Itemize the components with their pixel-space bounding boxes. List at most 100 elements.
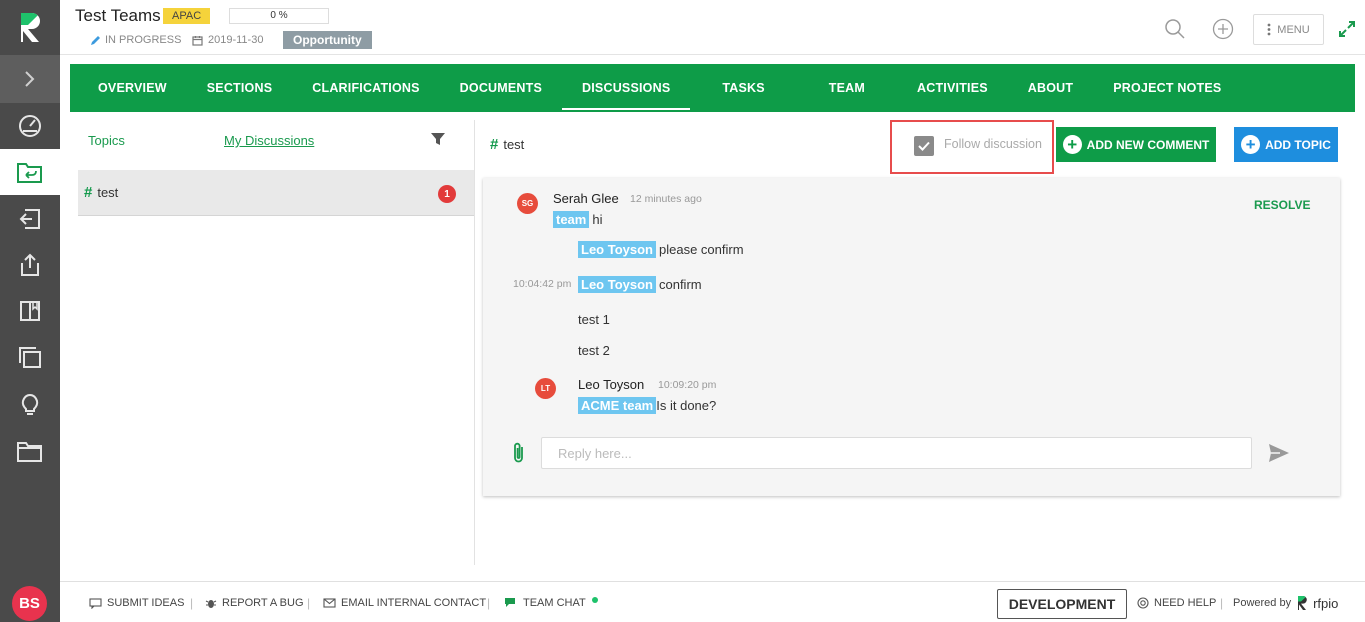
rail-ideas[interactable] xyxy=(0,382,60,428)
tab-team[interactable]: TEAM xyxy=(797,64,897,112)
rail-projects[interactable] xyxy=(0,149,60,195)
region-badge: APAC xyxy=(163,8,211,24)
lightbulb-icon xyxy=(21,393,39,415)
add-topic-button[interactable]: + ADD TOPIC xyxy=(1234,127,1338,162)
need-help-link[interactable]: NEED HELP xyxy=(1137,597,1216,609)
rail-folders[interactable] xyxy=(0,428,60,474)
topics-pane: Topics My Discussions # test 1 xyxy=(78,120,475,565)
tab-about[interactable]: ABOUT xyxy=(1008,64,1093,112)
tab-activities[interactable]: ACTIVITIES xyxy=(897,64,1008,112)
tab-clarifications[interactable]: CLARIFICATIONS xyxy=(292,64,439,112)
email-contact-label: EMAIL INTERNAL CONTACT xyxy=(341,597,487,609)
need-help-label: NEED HELP xyxy=(1154,597,1217,609)
project-title: Test Teams xyxy=(75,6,161,25)
search-icon xyxy=(1165,19,1185,39)
rail-dashboard[interactable] xyxy=(0,102,60,148)
rail-import[interactable] xyxy=(0,196,60,242)
team-chat-label: TEAM CHAT xyxy=(523,597,586,609)
mention-tag[interactable]: Leo Toyson xyxy=(578,276,656,293)
menu-button[interactable]: MENU xyxy=(1253,14,1324,45)
discussion-thread: SG Serah Glee 12 minutes ago RESOLVE tea… xyxy=(483,178,1340,496)
author-avatar: LT xyxy=(535,378,556,399)
mention-tag[interactable]: Leo Toyson xyxy=(578,241,656,258)
project-tabs: OVERVIEW SECTIONS CLARIFICATIONS DOCUMEN… xyxy=(70,64,1355,112)
rfpio-mark-icon xyxy=(1298,595,1307,610)
tab-overview[interactable]: OVERVIEW xyxy=(78,64,187,112)
plus-icon: + xyxy=(1062,135,1082,154)
message-text: team hi xyxy=(553,211,602,228)
reply-input[interactable] xyxy=(541,437,1252,469)
submit-ideas-link[interactable]: SUBMIT IDEAS xyxy=(89,597,184,609)
unread-count-badge: 1 xyxy=(438,185,456,203)
send-icon xyxy=(1269,444,1289,462)
rail-documents[interactable] xyxy=(0,335,60,381)
topics-link[interactable]: Topics xyxy=(88,133,125,148)
due-date: 2019-11-30 xyxy=(192,34,263,46)
follow-checkbox[interactable] xyxy=(914,136,934,156)
report-bug-link[interactable]: REPORT A BUG xyxy=(205,597,304,609)
send-button[interactable] xyxy=(1268,443,1290,463)
comment-icon xyxy=(89,597,102,609)
tab-tasks[interactable]: TASKS xyxy=(690,64,796,112)
powered-by-label: Powered by xyxy=(1233,597,1292,609)
message-body: hi xyxy=(592,212,603,227)
topic-item[interactable]: # test 1 xyxy=(78,170,474,216)
message-body: confirm xyxy=(658,277,702,292)
resolve-button[interactable]: RESOLVE xyxy=(1254,198,1310,212)
hash-icon: # xyxy=(84,184,93,201)
discussion-name: test xyxy=(503,137,525,152)
rfpio-logo[interactable] xyxy=(0,0,60,55)
app: BS Test Teams APAC 0 % IN PROGRESS 2019-… xyxy=(0,0,1365,622)
status-label: IN PROGRESS xyxy=(105,34,182,46)
message-time: 12 minutes ago xyxy=(630,193,702,205)
import-icon xyxy=(19,209,40,229)
plus-icon: + xyxy=(1241,135,1261,154)
add-button[interactable] xyxy=(1212,18,1234,40)
follow-discussion-toggle[interactable]: Follow discussion xyxy=(890,120,1054,174)
export-icon xyxy=(21,253,39,276)
fullscreen-button[interactable] xyxy=(1338,20,1356,38)
rail-export[interactable] xyxy=(0,242,60,288)
book-icon xyxy=(20,301,40,321)
team-chat-link[interactable]: TEAM CHAT xyxy=(504,597,598,609)
user-avatar[interactable]: BS xyxy=(12,586,47,621)
email-contact-link[interactable]: EMAIL INTERNAL CONTACT xyxy=(323,597,486,609)
tab-documents[interactable]: DOCUMENTS xyxy=(440,64,562,112)
tab-discussions[interactable]: DISCUSSIONS xyxy=(562,64,691,112)
tab-project-notes[interactable]: PROJECT NOTES xyxy=(1093,64,1241,112)
plus-circle-icon xyxy=(1212,18,1234,40)
environment-badge[interactable]: DEVELOPMENT xyxy=(997,589,1127,619)
message-body: please confirm xyxy=(658,242,744,257)
rail-library[interactable] xyxy=(0,288,60,334)
left-rail: BS xyxy=(0,0,60,622)
mention-tag[interactable]: ACME team xyxy=(578,397,657,414)
tab-sections[interactable]: SECTIONS xyxy=(187,64,293,112)
hash-icon: # xyxy=(490,136,499,153)
add-topic-label: ADD TOPIC xyxy=(1265,137,1331,152)
footer-bar: SUBMIT IDEAS | REPORT A BUG | EMAIL INTE… xyxy=(60,581,1365,622)
mention-tag[interactable]: team xyxy=(553,211,590,228)
expand-rail-button[interactable] xyxy=(0,55,60,103)
message-body: Is it done? xyxy=(656,398,717,413)
progress-bar: 0 % xyxy=(229,8,329,24)
divider: | xyxy=(190,596,194,610)
reply-message: Leo Toyson confirm xyxy=(578,276,702,293)
search-button[interactable] xyxy=(1164,18,1186,40)
project-status: IN PROGRESS xyxy=(90,34,181,46)
reply-message: test 1 xyxy=(578,312,610,327)
lifebuoy-icon xyxy=(1137,597,1149,609)
add-new-comment-button[interactable]: + ADD NEW COMMENT xyxy=(1056,127,1216,162)
checkmark-icon xyxy=(918,141,930,151)
author-name: Leo Toyson xyxy=(578,377,645,392)
folder-return-icon xyxy=(17,163,42,183)
attach-button[interactable] xyxy=(510,441,528,465)
mail-icon xyxy=(323,598,336,608)
expand-arrows-icon xyxy=(1339,21,1355,37)
filter-button[interactable] xyxy=(430,131,446,147)
kebab-icon xyxy=(1267,23,1271,36)
my-discussions-link[interactable]: My Discussions xyxy=(224,133,314,148)
reply-message: Leo Toyson please confirm xyxy=(578,241,744,258)
online-indicator xyxy=(591,597,598,603)
pencil-icon xyxy=(91,35,100,45)
author-name: Serah Glee xyxy=(553,191,619,206)
